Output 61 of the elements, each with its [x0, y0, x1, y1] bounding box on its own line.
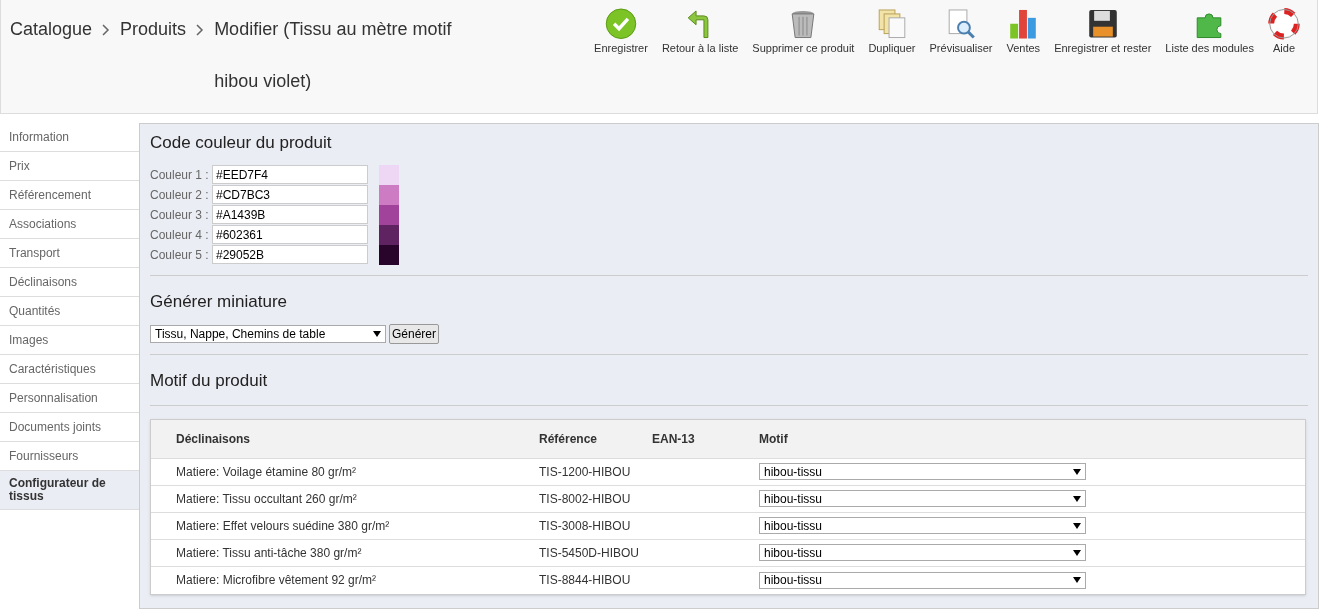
chevron-icon: [196, 24, 205, 36]
input-field[interactable]: #A1439B: [212, 205, 368, 224]
field-label: Couleur 3 :: [150, 206, 210, 224]
table-cell-text: Matiere: Microfibre vêtement 92 gr/m²: [175, 572, 378, 589]
field-label: Couleur 4 :: [150, 226, 210, 244]
table-cell-text: Matiere: Tissu occultant 260 gr/m²: [175, 490, 358, 508]
caret-icon: [1073, 495, 1081, 502]
table-cell-text: Matiere: Voilage étamine 80 gr/m²: [175, 463, 358, 481]
dropdown[interactable]: hibou-tissu: [759, 544, 1086, 561]
documents-icon: [876, 8, 907, 40]
breadcrumb-item[interactable]: Catalogue: [10, 16, 93, 42]
toolbar-button[interactable]: Supprimer ce produit: [745, 8, 862, 56]
column-header: EAN-13: [652, 430, 696, 448]
caret-icon: [1073, 577, 1081, 583]
dropdown[interactable]: hibou-tissu: [759, 571, 1086, 589]
column-header: Motif: [759, 430, 788, 448]
field-label: Couleur 1 :: [150, 166, 210, 184]
section-title: Code couleur du produit: [150, 132, 333, 154]
column-header: Déclinaisons: [175, 430, 252, 448]
toolbar-button[interactable]: Enregistrer: [587, 8, 655, 56]
toolbar-button[interactable]: Liste des modules: [1158, 8, 1261, 56]
dropdown[interactable]: hibou-tissu: [759, 463, 1086, 480]
field-label: Couleur 5 :: [150, 246, 210, 264]
trash-icon: [790, 8, 817, 40]
input-field[interactable]: #602361: [212, 225, 368, 244]
sidebar-item[interactable]: Configurateur de tissus: [0, 471, 139, 510]
input-field[interactable]: #EED7F4: [212, 165, 368, 184]
table-cell-text: Matiere: Effet velours suédine 380 gr/m²: [175, 517, 391, 535]
breadcrumb-item: Modifier (Tissu au mètre motif hibou violet): [214, 18, 453, 93]
chevron-icon: [102, 24, 111, 36]
column-header: Référence: [539, 430, 599, 448]
field-label: Couleur 2 :: [150, 186, 210, 204]
caret-icon: [1073, 468, 1081, 475]
table-cell-text: TIS-1200-HIBOU: [539, 463, 632, 481]
input-field[interactable]: #CD7BC3: [212, 185, 368, 204]
table-cell-text: TIS-8002-HIBOU: [539, 490, 632, 508]
toolbar-button[interactable]: Prévisualiser: [922, 8, 1000, 56]
caret-icon: [1073, 549, 1081, 556]
lifebuoy-icon: [1268, 8, 1300, 40]
generate-button[interactable]: Générer: [389, 324, 440, 344]
dropdown[interactable]: Tissu, Nappe, Chemins de table: [150, 325, 386, 343]
table-cell-text: TIS-8844-HIBOU: [539, 572, 632, 589]
dropdown[interactable]: hibou-tissu: [759, 490, 1086, 507]
bar-chart-icon: [1008, 8, 1039, 40]
table-cell-text: TIS-5450D-HIBOU: [539, 544, 641, 562]
toolbar-button[interactable]: Dupliquer: [861, 8, 923, 56]
toolbar-button[interactable]: Retour à la liste: [654, 8, 746, 56]
toolbar-button[interactable]: Ventes: [999, 8, 1048, 56]
toolbar-button[interactable]: Enregistrer et rester: [1047, 8, 1159, 56]
table-cell-text: TIS-3008-HIBOU: [539, 517, 632, 535]
checkmark-icon: [604, 8, 637, 40]
magnifier-document-icon: [946, 8, 976, 40]
section-title: Générer miniature: [150, 290, 288, 313]
caret-icon: [1073, 522, 1081, 529]
input-field[interactable]: #29052B: [212, 245, 368, 264]
toolbar-button[interactable]: Aide: [1261, 8, 1307, 56]
dropdown[interactable]: hibou-tissu: [759, 517, 1086, 534]
caret-icon: [373, 331, 381, 337]
breadcrumb-item[interactable]: Produits: [120, 16, 187, 42]
table-cell-text: Matiere: Tissu anti-tâche 380 gr/m²: [175, 544, 363, 562]
section-title: Motif du produit: [150, 370, 269, 392]
